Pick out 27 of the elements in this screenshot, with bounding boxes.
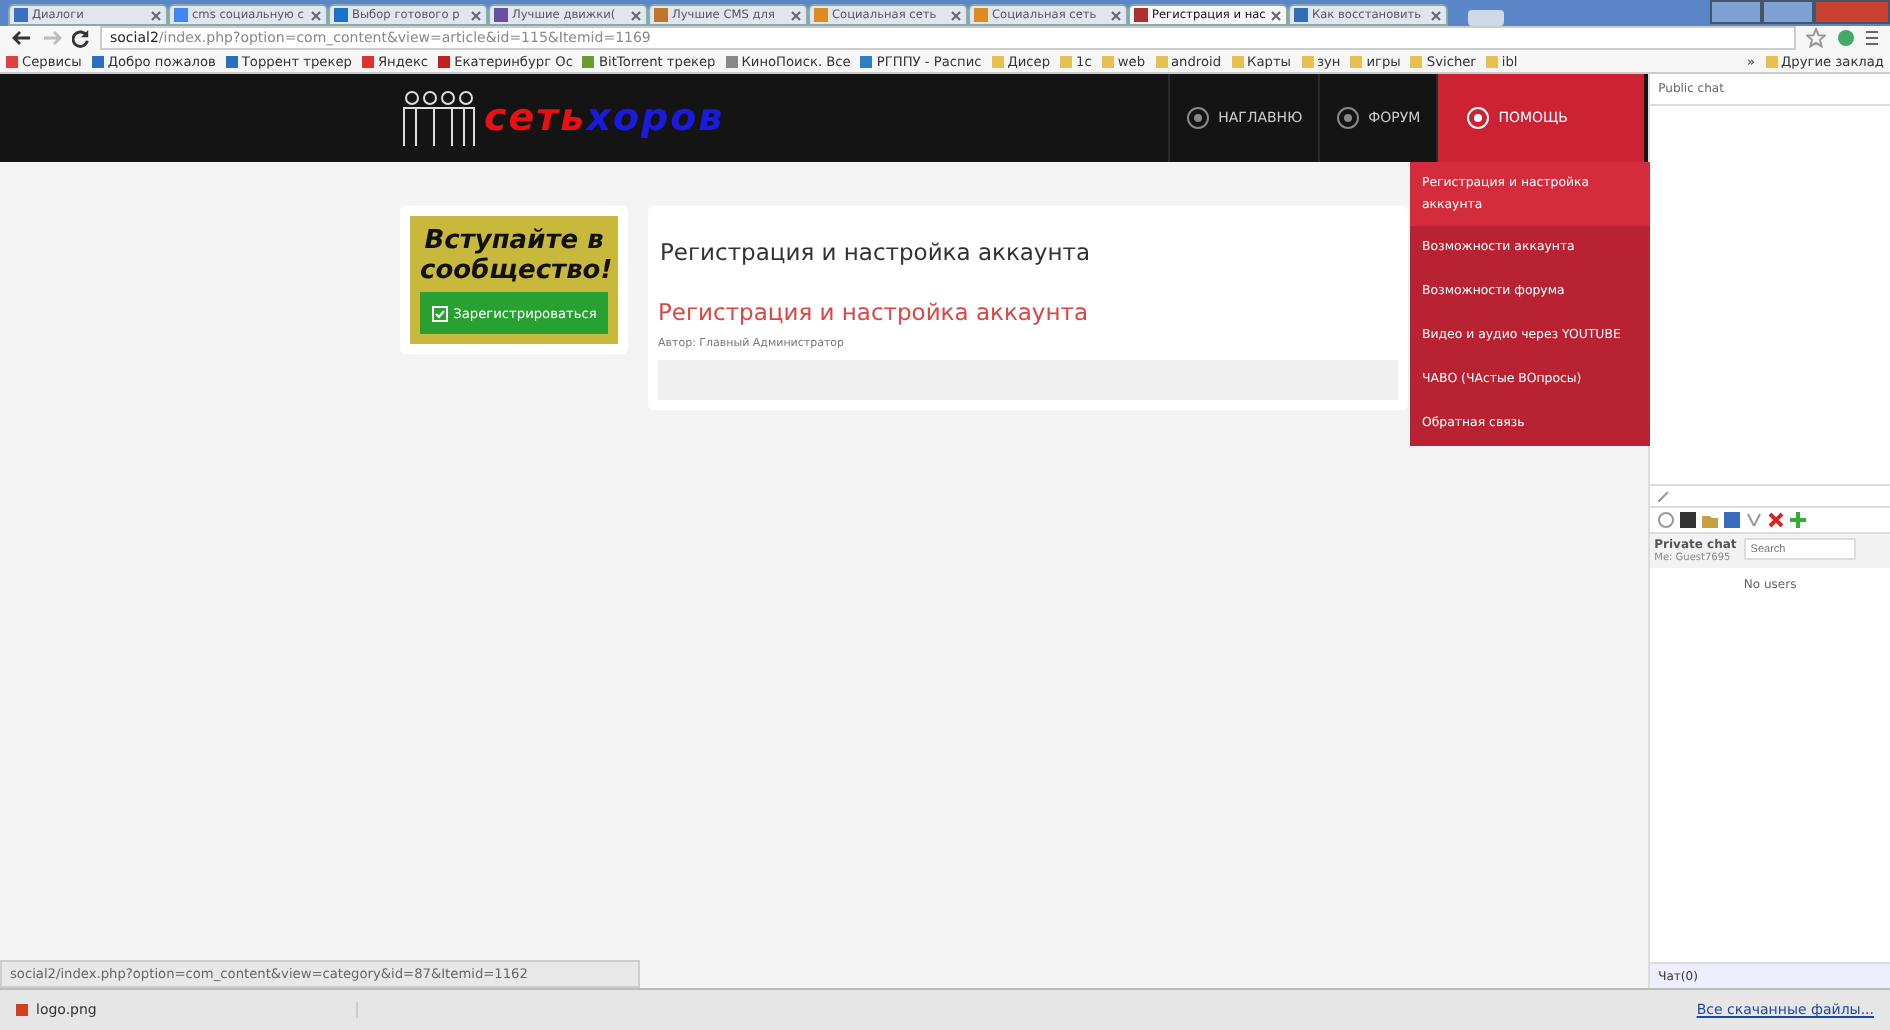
maximize-button[interactable] (1762, 0, 1814, 24)
close-icon[interactable] (790, 9, 802, 21)
close-icon[interactable] (950, 9, 962, 21)
circle-icon (1336, 106, 1361, 130)
close-icon[interactable] (1430, 9, 1442, 21)
reload-icon[interactable] (72, 29, 90, 47)
close-icon[interactable] (310, 9, 322, 21)
close-icon[interactable] (1110, 9, 1122, 21)
star-icon[interactable] (1806, 28, 1826, 48)
close-icon[interactable] (1270, 9, 1282, 21)
back-icon[interactable] (12, 30, 32, 46)
choir-drawing (400, 88, 480, 148)
clipboard-check-icon (431, 304, 448, 322)
close-icon[interactable] (630, 9, 642, 21)
pencil-icon[interactable] (1658, 490, 1671, 502)
close-icon[interactable] (470, 9, 482, 21)
add-icon[interactable] (1790, 512, 1807, 528)
article-title[interactable]: Регистрация и настройка аккаунта (658, 298, 1398, 326)
close-icon[interactable] (1768, 512, 1785, 528)
menu-icon[interactable] (1866, 28, 1878, 48)
circle-icon (1466, 106, 1491, 130)
site-logo-text[interactable]: сетьхоров (484, 96, 725, 140)
close-icon[interactable] (150, 9, 162, 21)
minimize-button[interactable] (1710, 0, 1762, 24)
circle-icon (1186, 106, 1211, 130)
promo-title: Вступайте в сообщество! (420, 226, 608, 286)
page-heading: Регистрация и настройка аккаунта (658, 238, 1093, 266)
